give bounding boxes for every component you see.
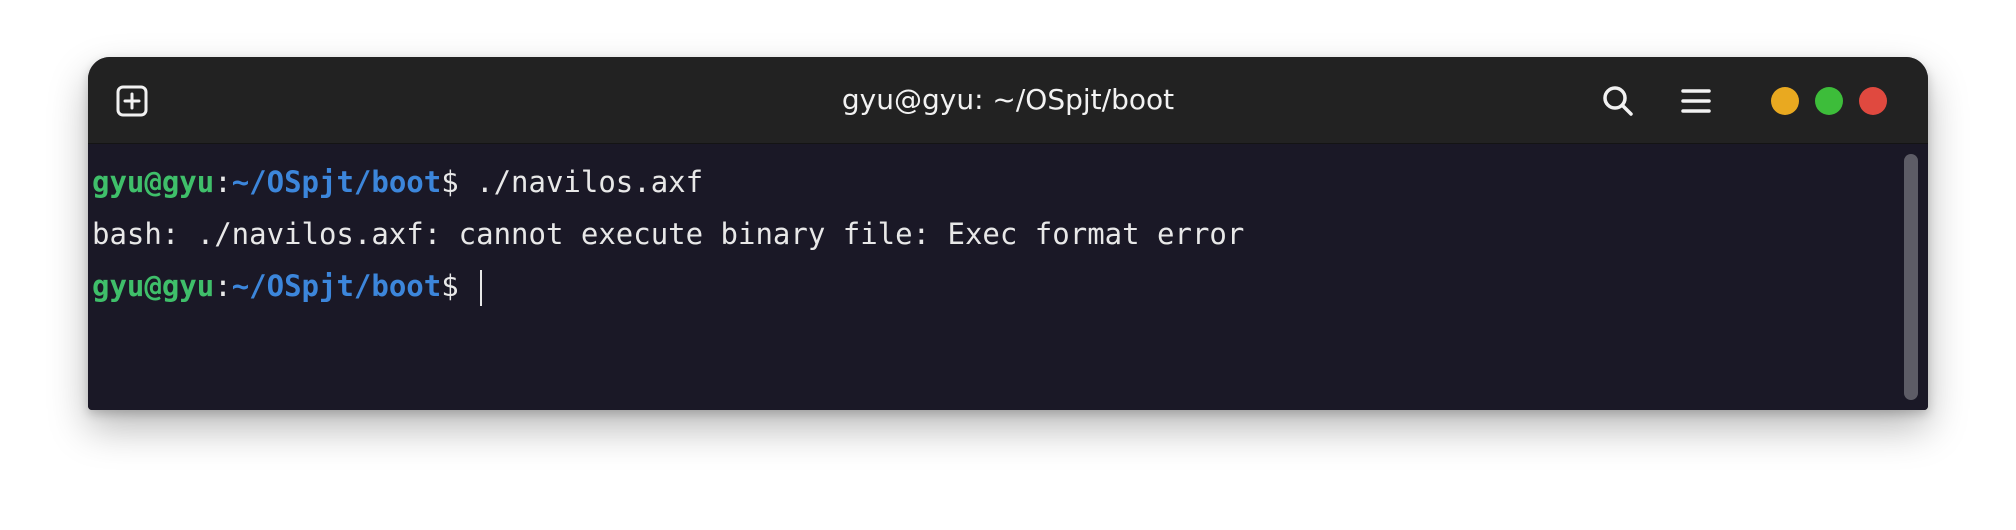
terminal-line: gyu@gyu:~/OSpjt/boot$ ./navilos.axf — [92, 162, 703, 202]
window-title: gyu@gyu: ~/OSpjt/boot — [841, 83, 1175, 116]
maximize-button[interactable] — [1815, 87, 1843, 115]
scrollbar[interactable] — [1904, 154, 1918, 400]
prompt-user-host: gyu@gyu — [92, 269, 215, 303]
menu-button[interactable] — [1678, 83, 1714, 119]
new-tab-button[interactable] — [116, 85, 148, 117]
prompt-separator: : — [214, 269, 232, 303]
text-cursor — [480, 270, 483, 306]
hamburger-menu-icon — [1681, 89, 1711, 113]
prompt-char: $ — [441, 269, 459, 303]
prompt-user-host: gyu@gyu — [92, 165, 215, 199]
new-tab-plus-icon — [116, 85, 148, 117]
search-button[interactable] — [1600, 83, 1636, 119]
prompt-path: ~/OSpjt/boot — [231, 165, 442, 199]
prompt-char: $ — [441, 165, 459, 199]
terminal-window: gyu@gyu: ~/OSpjt/boot gyu@gyu:~/OSpjt/bo… — [88, 57, 1928, 410]
title-bar: gyu@gyu: ~/OSpjt/boot — [88, 57, 1928, 144]
prompt-path: ~/OSpjt/boot — [231, 269, 442, 303]
command-input[interactable] — [459, 269, 476, 303]
terminal-content[interactable]: gyu@gyu:~/OSpjt/boot$ ./navilos.axf bash… — [88, 144, 1928, 410]
terminal-line: gyu@gyu:~/OSpjt/boot$ — [92, 266, 483, 306]
close-button[interactable] — [1859, 87, 1887, 115]
command-text: ./navilos.axf — [458, 165, 704, 199]
prompt-separator: : — [214, 165, 232, 199]
search-icon — [1603, 86, 1633, 116]
terminal-line: bash: ./navilos.axf: cannot execute bina… — [92, 214, 1244, 254]
command-output: bash: ./navilos.axf: cannot execute bina… — [92, 217, 1245, 251]
minimize-button[interactable] — [1771, 87, 1799, 115]
